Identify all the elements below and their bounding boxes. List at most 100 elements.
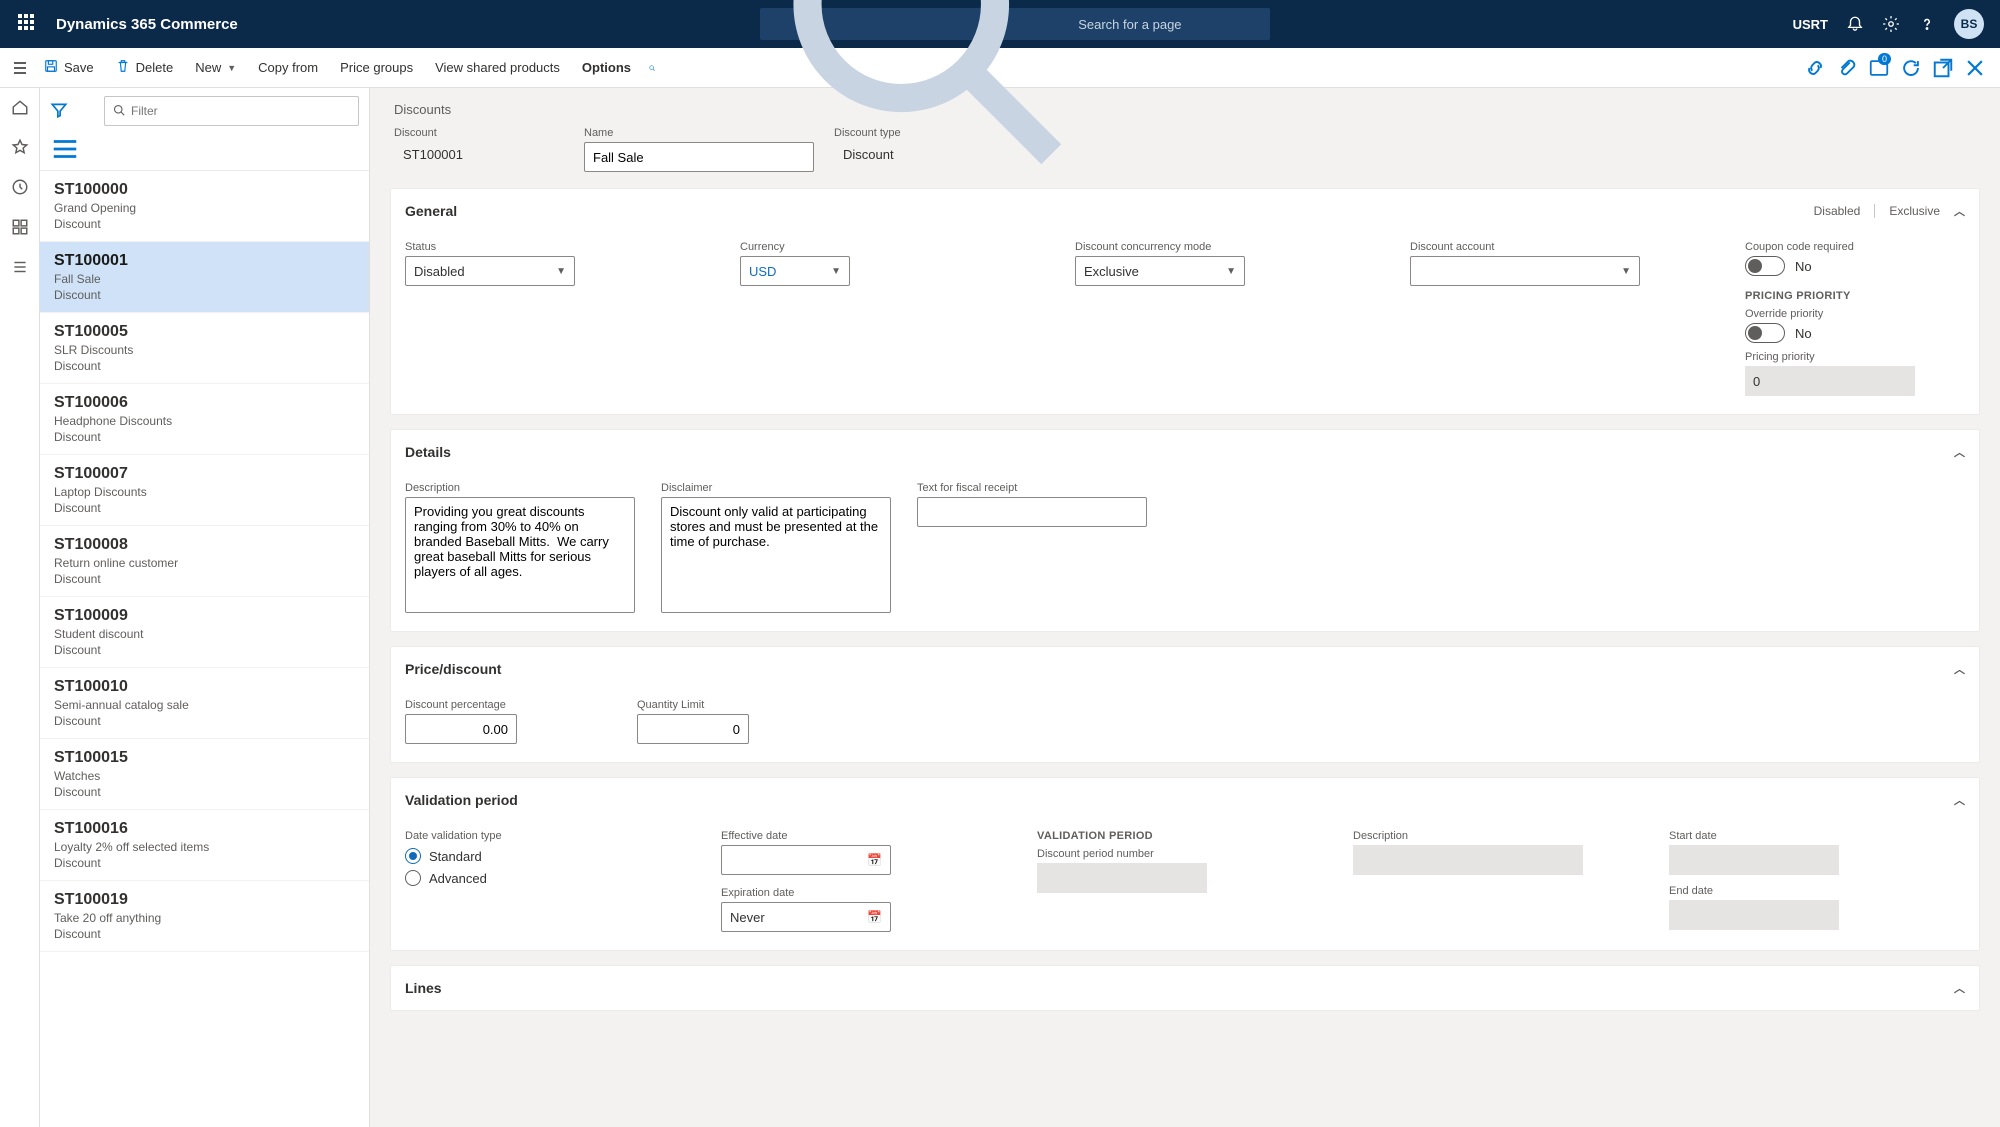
account-select[interactable]: ▼ (1410, 256, 1640, 286)
delete-button[interactable]: Delete (106, 53, 184, 82)
nav-toggle-icon[interactable] (8, 56, 32, 80)
fiscal-input[interactable] (917, 497, 1147, 527)
list-view-icon[interactable] (50, 134, 80, 164)
list-item[interactable]: ST100010Semi-annual catalog saleDiscount (40, 668, 369, 739)
notifications-badge[interactable]: 0 (1868, 57, 1890, 79)
concurrency-select[interactable]: Exclusive▼ (1075, 256, 1245, 286)
expiration-date-input[interactable]: Never📅 (721, 902, 891, 932)
org-label[interactable]: USRT (1793, 17, 1828, 32)
list-item[interactable]: ST100008Return online customerDiscount (40, 526, 369, 597)
list-item-name: Loyalty 2% off selected items (54, 840, 355, 854)
disclaimer-textarea[interactable] (661, 497, 891, 613)
filter-input[interactable] (131, 104, 350, 118)
settings-icon[interactable] (1882, 15, 1900, 33)
status-tag: Disabled (1814, 204, 1861, 218)
list-item[interactable]: ST100007Laptop DiscountsDiscount (40, 455, 369, 526)
section-validation-header[interactable]: Validation period ︿ (391, 778, 1979, 822)
list-item-code: ST100015 (54, 749, 355, 767)
chevron-down-icon: ▼ (1226, 266, 1236, 277)
refresh-icon[interactable] (1900, 57, 1922, 79)
name-input[interactable] (584, 142, 814, 172)
search-icon (113, 104, 125, 119)
chevron-down-icon: ▼ (556, 266, 566, 277)
radio-advanced[interactable]: Advanced (405, 870, 701, 886)
status-select[interactable]: Disabled▼ (405, 256, 575, 286)
concurrency-tag: Exclusive (1874, 204, 1940, 218)
recent-icon[interactable] (11, 178, 29, 196)
list-item[interactable]: ST100015WatchesDiscount (40, 739, 369, 810)
save-button[interactable]: Save (34, 53, 104, 82)
list-item[interactable]: ST100000Grand OpeningDiscount (40, 171, 369, 242)
list-filter[interactable] (104, 96, 359, 126)
list-item-type: Discount (54, 856, 355, 870)
favorites-icon[interactable] (11, 138, 29, 156)
copy-from-button[interactable]: Copy from (248, 54, 328, 81)
list-item-name: Fall Sale (54, 272, 355, 286)
priority-value: 0 (1745, 366, 1915, 396)
link-icon[interactable] (1804, 57, 1826, 79)
section-lines-header[interactable]: Lines ︿ (391, 966, 1979, 1010)
close-icon[interactable] (1964, 57, 1986, 79)
app-title: Dynamics 365 Commerce (56, 16, 238, 33)
list-item[interactable]: ST100019Take 20 off anythingDiscount (40, 881, 369, 952)
global-search[interactable] (760, 8, 1270, 40)
override-toggle[interactable] (1745, 323, 1785, 343)
list-item[interactable]: ST100006Headphone DiscountsDiscount (40, 384, 369, 455)
vp-desc-value (1353, 845, 1583, 875)
user-avatar[interactable]: BS (1954, 9, 1984, 39)
modules-icon[interactable] (11, 258, 29, 276)
chevron-up-icon: ︿ (1954, 661, 1965, 677)
list-item-type: Discount (54, 927, 355, 941)
list-item-name: Student discount (54, 627, 355, 641)
home-icon[interactable] (11, 98, 29, 116)
list-item-code: ST100005 (54, 323, 355, 341)
list-item-type: Discount (54, 501, 355, 515)
coupon-toggle[interactable] (1745, 256, 1785, 276)
effective-date-input[interactable]: 📅 (721, 845, 891, 875)
find-button[interactable] (643, 59, 661, 77)
new-button[interactable]: New ▼ (185, 54, 246, 81)
chevron-up-icon: ︿ (1954, 792, 1965, 808)
list-item[interactable]: ST100009Student discountDiscount (40, 597, 369, 668)
search-input[interactable] (1078, 17, 1260, 32)
price-groups-button[interactable]: Price groups (330, 54, 423, 81)
type-label: Discount type (834, 127, 1064, 139)
notifications-icon[interactable] (1846, 15, 1864, 33)
workspaces-icon[interactable] (11, 218, 29, 236)
list-item-code: ST100001 (54, 252, 355, 270)
chevron-down-icon: ▼ (227, 63, 236, 73)
calendar-icon: 📅 (867, 910, 882, 924)
list-item-code: ST100016 (54, 820, 355, 838)
options-button[interactable]: Options (572, 54, 641, 81)
list-item-name: Take 20 off anything (54, 911, 355, 925)
list-item-type: Discount (54, 430, 355, 444)
name-label: Name (584, 127, 814, 139)
list-item[interactable]: ST100005SLR DiscountsDiscount (40, 313, 369, 384)
list-item[interactable]: ST100001 Fall Sale Discount (40, 242, 369, 313)
list-item-name: SLR Discounts (54, 343, 355, 357)
popout-icon[interactable] (1932, 57, 1954, 79)
app-launcher-icon[interactable] (18, 14, 38, 34)
type-value: Discount (834, 142, 1064, 172)
help-icon[interactable] (1918, 15, 1936, 33)
attach-icon[interactable] (1836, 57, 1858, 79)
chevron-up-icon: ︿ (1954, 980, 1965, 996)
radio-standard[interactable]: Standard (405, 848, 701, 864)
list-item-type: Discount (54, 288, 355, 302)
list-item-name: Return online customer (54, 556, 355, 570)
filter-icon[interactable] (50, 101, 68, 122)
description-textarea[interactable] (405, 497, 635, 613)
list-item-code: ST100009 (54, 607, 355, 625)
section-price-header[interactable]: Price/discount ︿ (391, 647, 1979, 691)
currency-select[interactable]: USD▼ (740, 256, 850, 286)
list-item[interactable]: ST100016 Loyalty 2% off selected items Dis… (40, 810, 369, 881)
list-item-code: ST100008 (54, 536, 355, 554)
page-title: Discounts (394, 102, 1980, 117)
percent-input[interactable] (405, 714, 517, 744)
section-general-header[interactable]: General Disabled Exclusive ︿ (391, 189, 1979, 233)
section-details-header[interactable]: Details ︿ (391, 430, 1979, 474)
calendar-icon: 📅 (867, 853, 882, 867)
qty-input[interactable] (637, 714, 749, 744)
end-date-value (1669, 900, 1839, 930)
view-shared-products-button[interactable]: View shared products (425, 54, 570, 81)
